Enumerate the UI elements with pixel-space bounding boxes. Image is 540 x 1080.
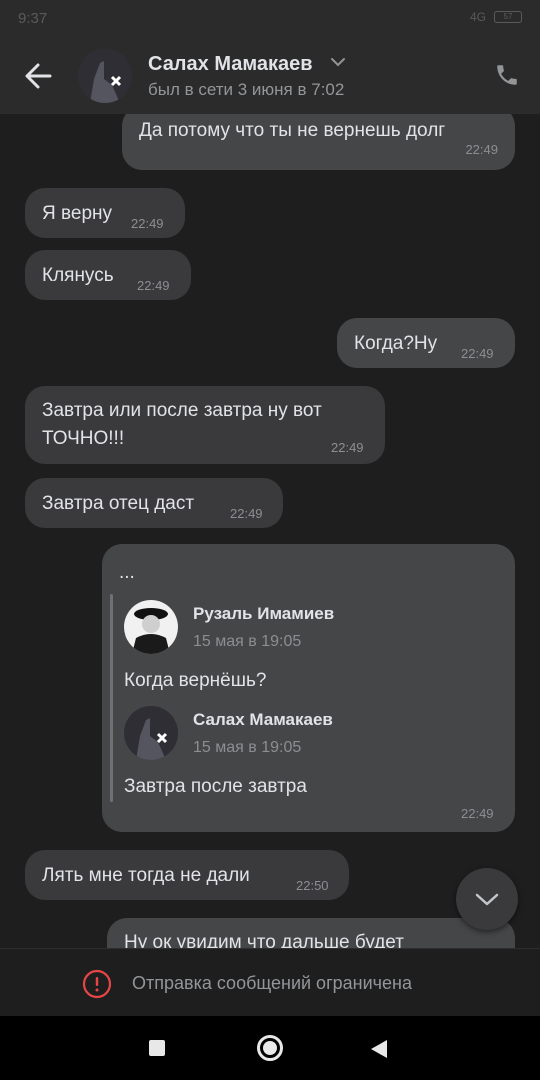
alert-icon [82, 969, 112, 999]
message-text: Когда?Ну [354, 333, 438, 354]
status-time: 9:37 [18, 10, 48, 27]
forward-date: 15 мая в 19:05 [193, 633, 302, 650]
message-text: Клянусь [42, 265, 114, 286]
message-text-line1: Завтра или после завтра ну вот [42, 400, 322, 421]
forward-text: Завтра после завтра [124, 776, 307, 797]
forward-text: Когда вернёшь? [124, 670, 267, 691]
message-time: 22:50 [296, 878, 329, 893]
message-text-line2: ТОЧНО!!! [42, 428, 125, 449]
message-text: Да потому что ты не вернешь долг [139, 120, 446, 141]
network-label: 4G [469, 10, 486, 24]
message-bubble[interactable]: Завтра или после завтра ну вот ТОЧНО!!! … [25, 386, 385, 464]
message-bubble[interactable]: Завтра отец даст 22:49 [25, 478, 283, 528]
restricted-notice: Отправка сообщений ограничена [0, 948, 540, 1016]
restricted-notice-text: Отправка сообщений ограничена [132, 973, 412, 993]
phone-icon [497, 65, 517, 85]
message-text: ... [119, 562, 135, 583]
message-bubble[interactable]: Клянусь 22:49 [25, 250, 191, 300]
nav-home-icon[interactable] [257, 1035, 283, 1061]
back-arrow-icon [25, 63, 52, 89]
forwarded-message-bubble[interactable]: ... Рузаль Имамиев 15 мая в 19:05 Когда … [102, 544, 515, 832]
message-time: 22:49 [461, 806, 494, 821]
call-button[interactable] [494, 62, 520, 93]
forward-author-name[interactable]: Рузаль Имамиев [193, 604, 334, 624]
message-list[interactable]: Да потому что ты не вернешь долг 22:49 Я… [0, 114, 540, 948]
status-icons: 4G 57 [470, 10, 522, 24]
avatar[interactable] [124, 600, 178, 654]
nav-recents-icon[interactable] [149, 1040, 165, 1056]
message-bubble[interactable]: Когда?Ну 22:49 [337, 318, 515, 368]
message-time: 22:49 [131, 216, 164, 231]
scroll-down-button[interactable] [456, 868, 518, 930]
forward-date: 15 мая в 19:05 [193, 739, 302, 756]
message-text: Завтра отец даст [42, 493, 195, 514]
back-button[interactable] [20, 58, 60, 94]
message-text: Я верну [42, 203, 113, 224]
status-bar: 9:37 4G 57 [0, 0, 540, 38]
message-bubble[interactable]: Я верну 22:49 [25, 188, 185, 238]
contact-name[interactable]: Салах Мамакаев [148, 53, 313, 76]
message-time: 22:49 [137, 278, 170, 293]
chevron-down-icon[interactable] [330, 56, 346, 68]
last-seen-status: был в сети 3 июня в 7:02 [148, 80, 345, 99]
forward-quote-bar [110, 594, 113, 802]
system-nav-bar [0, 1016, 540, 1080]
avatar[interactable] [124, 706, 178, 760]
nav-back-icon[interactable] [370, 1039, 388, 1059]
message-time: 22:49 [230, 506, 263, 521]
avatar[interactable] [78, 49, 132, 103]
message-text: Лять мне тогда не дали [42, 865, 250, 886]
message-time: 22:49 [465, 142, 498, 157]
message-time: 22:49 [461, 346, 494, 361]
chat-header: Салах Мамакаев был в сети 3 июня в 7:02 [0, 38, 540, 114]
message-time: 22:49 [331, 440, 364, 455]
message-bubble[interactable]: Да потому что ты не вернешь долг 22:49 [122, 114, 515, 170]
forward-author-name[interactable]: Салах Мамакаев [193, 710, 333, 730]
message-bubble[interactable]: Лять мне тогда не дали 22:50 [25, 850, 349, 900]
scroll-down-icon [475, 893, 499, 906]
message-bubble[interactable]: Ну ок увидим что дальше будет [107, 918, 515, 948]
battery-icon: 57 [494, 11, 522, 23]
message-text: Ну ок увидим что дальше будет [124, 932, 404, 948]
